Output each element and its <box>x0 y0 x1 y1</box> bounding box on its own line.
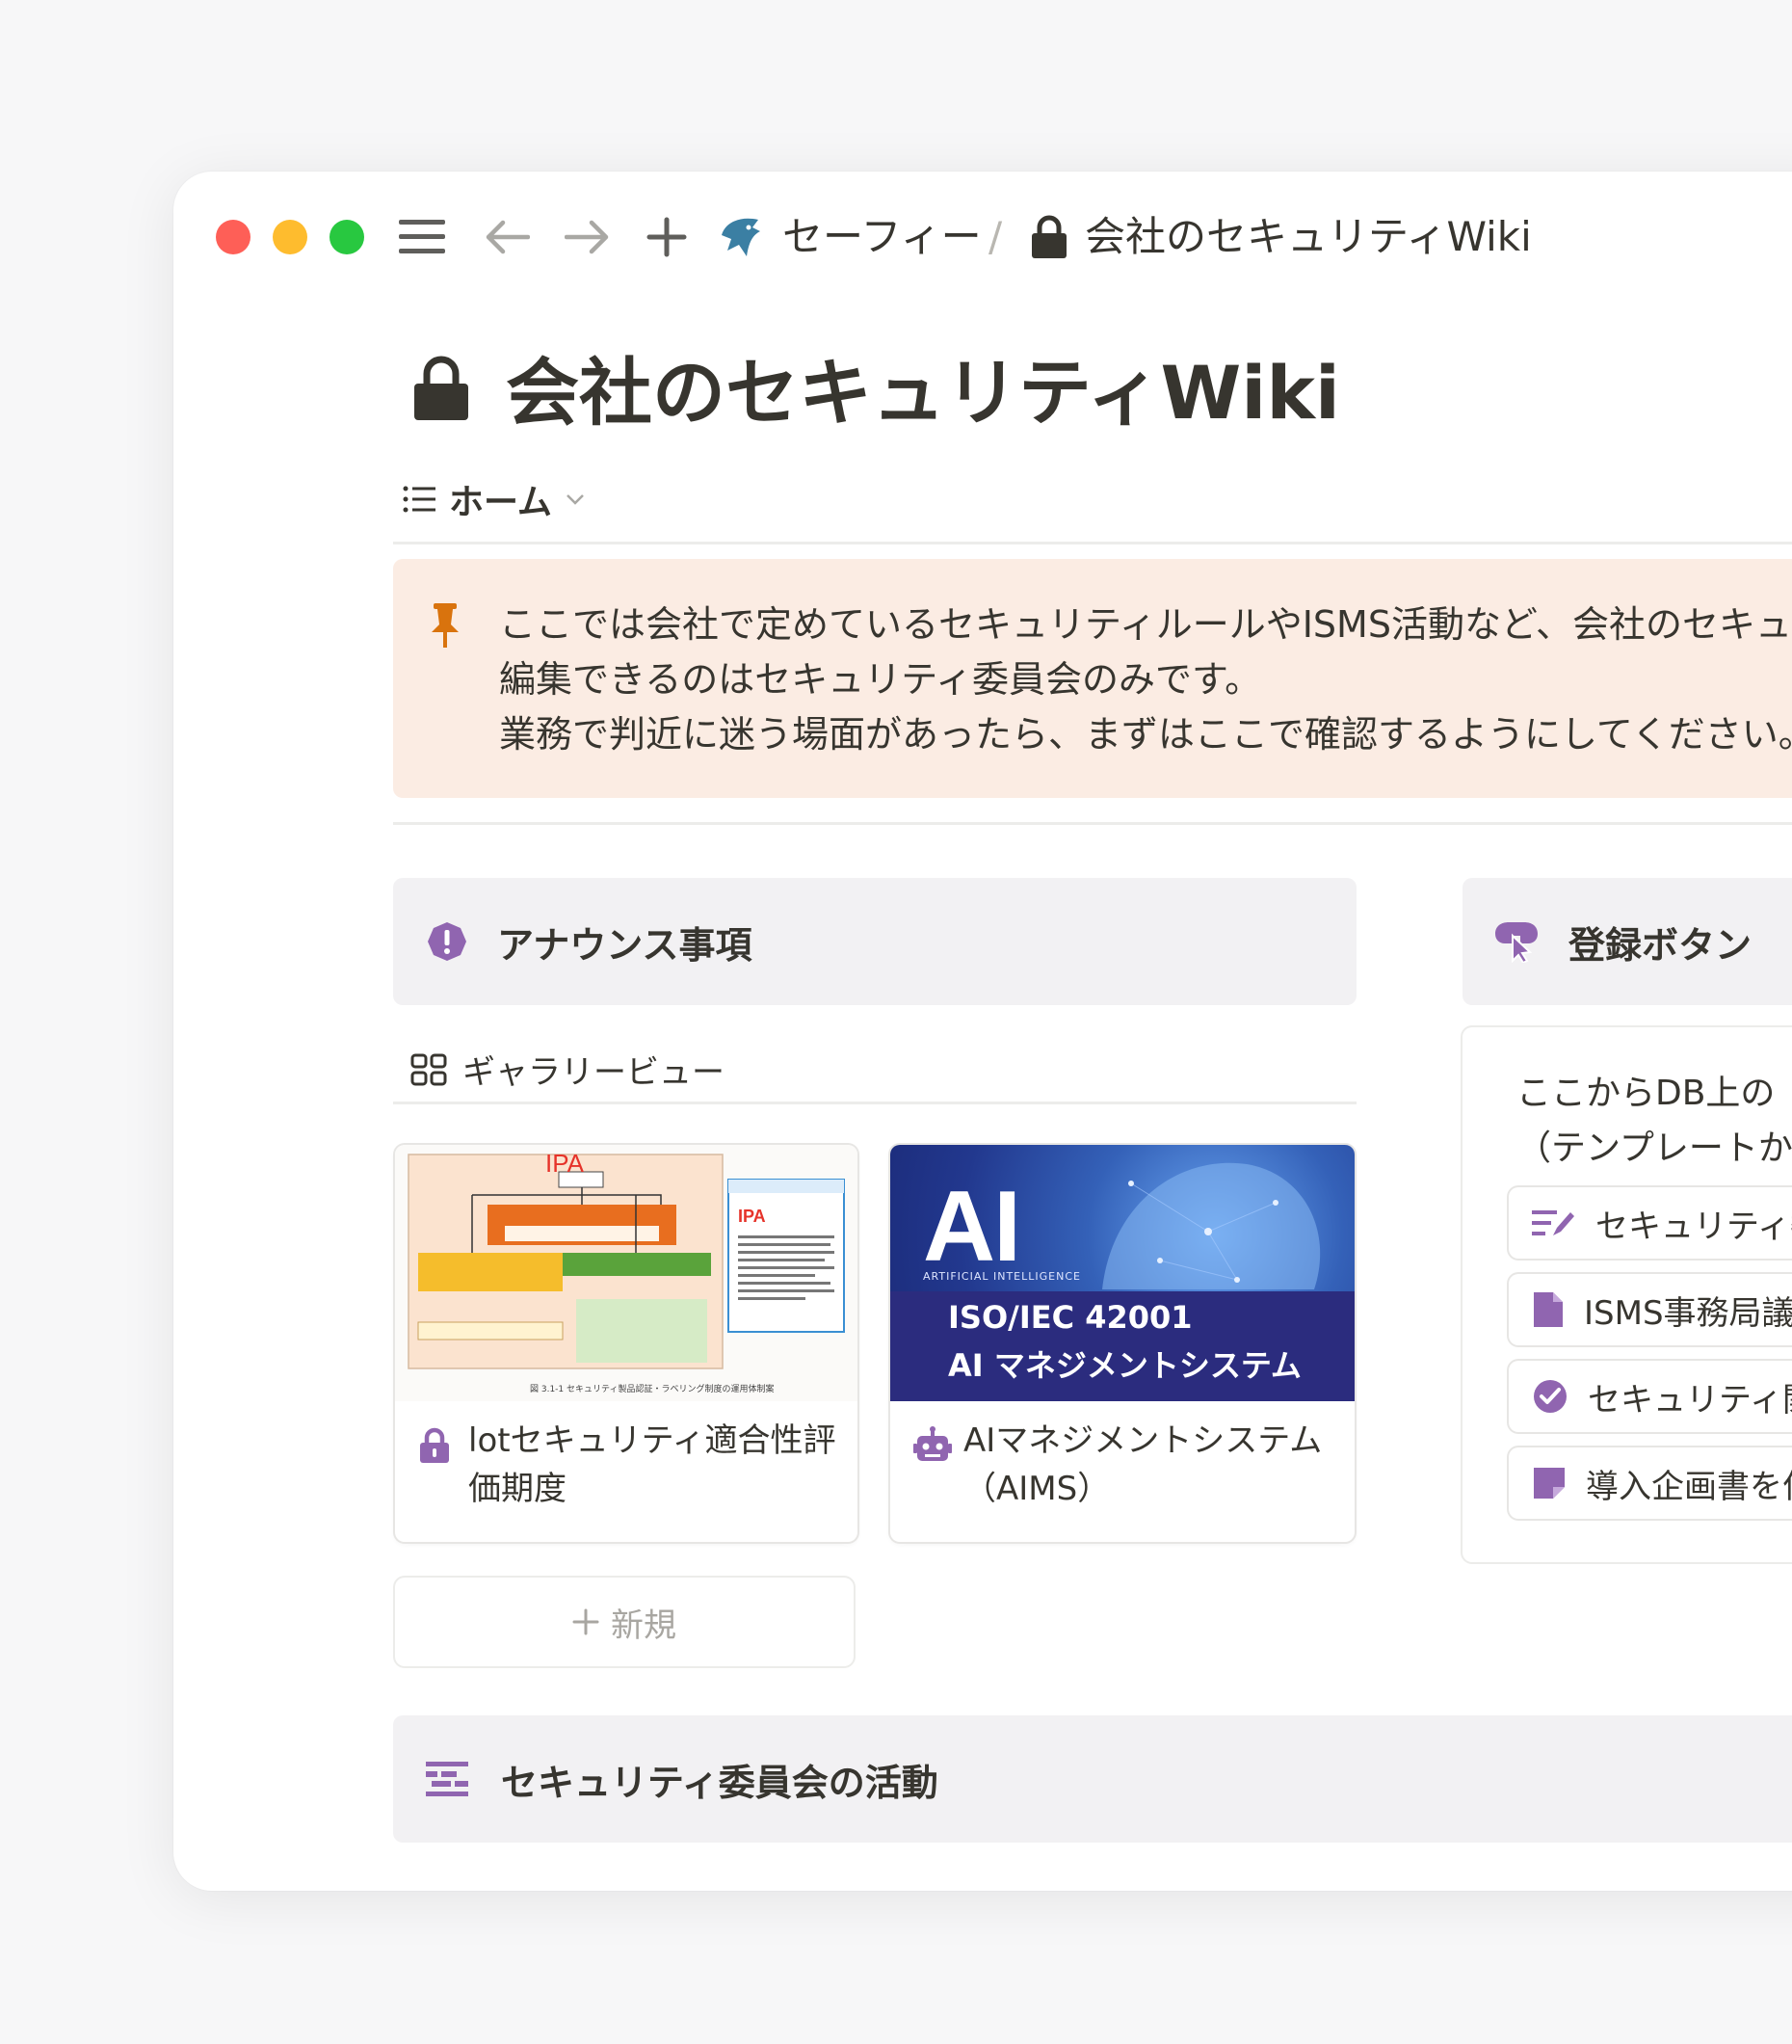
gallery-view-label: ギャラリービュー <box>462 1053 725 1092</box>
window-close-button[interactable] <box>216 220 250 254</box>
tab-home[interactable]: ホーム <box>403 465 585 533</box>
page-title[interactable]: 会社のセキュリティWiki <box>506 345 1340 441</box>
forward-arrow-icon[interactable] <box>561 210 615 264</box>
back-arrow-icon[interactable] <box>480 210 534 264</box>
app-window: セーフィー / 会社のセキュリティWiki 会社のセキュリティWiki ホーム <box>173 172 1792 1891</box>
register-button-label: セキュリティ関 <box>1588 1380 1792 1420</box>
chevron-down-icon <box>567 494 584 505</box>
register-isms-button[interactable]: ISMS事務局議 <box>1509 1274 1792 1345</box>
plus-icon <box>572 1608 599 1635</box>
page-lock-icon[interactable] <box>412 355 470 426</box>
svg-text:IPA: IPA <box>738 1207 766 1226</box>
window-minimize-button[interactable] <box>273 220 307 254</box>
svg-text:図 3.1-1 セキュリティ製品認証・ラベリング制度の運用体: 図 3.1-1 セキュリティ製品認証・ラベリング制度の運用体制案 <box>530 1383 774 1394</box>
committee-header: セキュリティ委員会の活動 <box>393 1715 1792 1843</box>
workspace-logo-icon[interactable] <box>713 210 767 264</box>
gallery-card-aims[interactable]: AI ARTIFICIAL INTELLIGENCE ISO/IEC 42001… <box>890 1145 1355 1542</box>
register-button-label: ISMS事務局議 <box>1584 1293 1792 1333</box>
gallery-view-tab[interactable]: ギャラリービュー <box>393 1037 1357 1104</box>
ai-small-text: ARTIFICIAL INTELLIGENCE <box>923 1270 1081 1283</box>
ai-cover-line-2: AI マネジメントシステム <box>948 1347 1302 1384</box>
check-circle-icon <box>1534 1380 1567 1413</box>
registration-header: 登録ボタン <box>1463 878 1792 1005</box>
edit-list-icon <box>1532 1210 1574 1235</box>
card-lock-icon <box>418 1426 451 1469</box>
gallery-card-iot[interactable]: IPA 図 3.1-1 セキュリティ製品認証・ラベリング制度の運用体制案 IPA… <box>395 1145 857 1542</box>
robot-icon <box>913 1426 952 1469</box>
registration-intro-2: （テンプレートか <box>1516 1128 1792 1168</box>
callout-line-1: ここでは会社で定めているセキュリティルールやISMS活動など、会社のセキュ <box>499 603 1792 646</box>
ai-cover-line-1: ISO/IEC 42001 <box>948 1299 1193 1336</box>
info-callout: ここでは会社で定めているセキュリティルールやISMS活動など、会社のセキュ 編集… <box>393 559 1792 798</box>
announcements-title: アナウンス事項 <box>497 923 752 967</box>
ai-big-text: AI <box>923 1171 1021 1283</box>
card-title: AIマネジメントシステム（AIMS） <box>963 1421 1323 1508</box>
register-security-button[interactable]: セキュリティ委 <box>1509 1187 1792 1259</box>
exclamation-icon <box>426 920 468 963</box>
card-cover-diagram: IPA 図 3.1-1 セキュリティ製品認証・ラベリング制度の運用体制案 IPA <box>395 1145 857 1401</box>
gallery-icon <box>410 1053 447 1085</box>
window-zoom-button[interactable] <box>329 220 364 254</box>
sidebar-menu-icon[interactable] <box>395 210 449 264</box>
sticky-note-icon <box>1534 1468 1565 1499</box>
committee-title: セキュリティ委員会の活動 <box>501 1761 938 1804</box>
pushpin-icon <box>428 601 462 653</box>
add-new-card-button[interactable]: 新規 <box>395 1578 854 1666</box>
divider <box>393 822 1792 825</box>
add-new-label: 新規 <box>611 1606 676 1645</box>
register-proposal-button[interactable]: 導入企画書を作 <box>1509 1447 1792 1519</box>
registration-panel: ここからDB上の （テンプレートか セキュリティ委 ISMS事務局議 <box>1463 1027 1792 1562</box>
breadcrumb-workspace[interactable]: セーフィー <box>782 208 982 266</box>
document-icon <box>1534 1292 1563 1327</box>
breadcrumb-page[interactable]: 会社のセキュリティWiki <box>1085 208 1532 266</box>
registration-title: 登録ボタン <box>1568 923 1752 967</box>
register-security-related-button[interactable]: セキュリティ関 <box>1509 1361 1792 1432</box>
new-page-plus-icon[interactable] <box>640 210 694 264</box>
breadcrumb-separator: / <box>988 213 1003 260</box>
registration-intro-1: ここからDB上の <box>1516 1074 1776 1113</box>
announcements-header: アナウンス事項 <box>393 878 1357 1005</box>
callout-line-3: 業務で判近に迷う場面があったら、まずはここで確認するようにしてください。 <box>499 713 1792 756</box>
register-button-label: セキュリティ委 <box>1595 1207 1792 1246</box>
timeline-icon <box>426 1762 468 1796</box>
cursor-click-icon <box>1493 920 1540 963</box>
list-icon <box>403 486 435 513</box>
card-cover-ai-image: AI ARTIFICIAL INTELLIGENCE ISO/IEC 42001… <box>890 1145 1355 1401</box>
top-bar: セーフィー / 会社のセキュリティWiki <box>173 172 1792 297</box>
ipa-logo-text: IPA <box>545 1149 584 1178</box>
register-button-label: 導入企画書を作 <box>1586 1467 1792 1506</box>
tab-home-label: ホーム <box>449 483 552 522</box>
view-tab-bar: ホーム <box>393 465 1792 544</box>
callout-line-2: 編集できるのはセキュリティ委員会のみです。 <box>499 658 1262 701</box>
card-title: lotセキュリティ適合性評価期度 <box>468 1421 836 1508</box>
lock-icon <box>1025 210 1073 264</box>
